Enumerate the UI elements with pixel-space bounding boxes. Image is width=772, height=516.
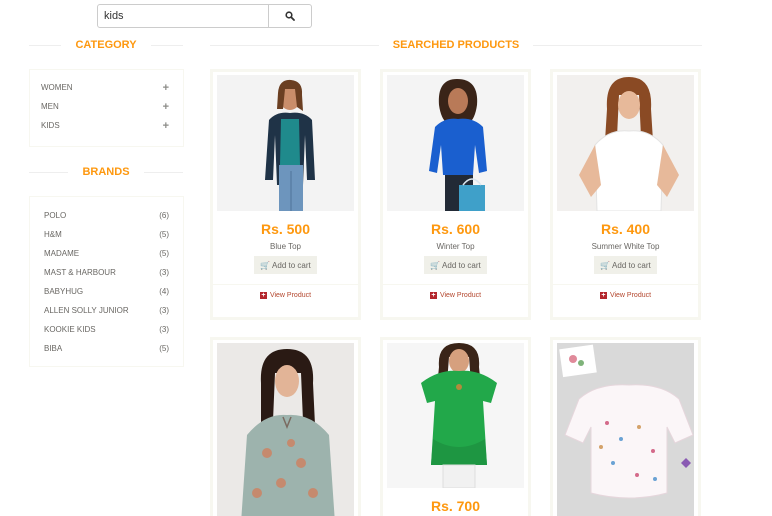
product-card bbox=[550, 337, 701, 516]
expand-icon[interactable]: + bbox=[163, 101, 169, 113]
product-photo bbox=[557, 75, 694, 211]
category-item-kids[interactable]: KIDS + bbox=[30, 116, 183, 135]
product-photo bbox=[387, 75, 524, 211]
product-image[interactable] bbox=[557, 343, 694, 516]
product-price: Rs. 600 bbox=[430, 221, 481, 237]
search-button[interactable] bbox=[269, 4, 312, 28]
brand-item-hm[interactable]: H&M (5) bbox=[30, 225, 183, 244]
brand-item-biba[interactable]: BIBA (5) bbox=[30, 339, 183, 358]
cart-icon: 🛒 bbox=[430, 260, 441, 270]
expand-icon[interactable]: + bbox=[163, 82, 169, 94]
cart-icon: 🛒 bbox=[600, 260, 611, 270]
search-bar bbox=[97, 4, 312, 28]
category-title: CATEGORY bbox=[29, 38, 183, 52]
search-icon bbox=[285, 11, 295, 21]
cart-icon: 🛒 bbox=[260, 260, 271, 270]
brand-item-madame[interactable]: MADAME (5) bbox=[30, 244, 183, 263]
plus-square-icon: + bbox=[429, 292, 437, 299]
product-photo bbox=[557, 343, 694, 516]
view-product-link[interactable]: + View Product bbox=[383, 284, 528, 306]
plus-square-icon: + bbox=[259, 292, 267, 299]
product-photo bbox=[217, 75, 354, 211]
product-image[interactable] bbox=[217, 75, 354, 211]
product-image[interactable] bbox=[387, 343, 524, 488]
searched-products-title: SEARCHED PRODUCTS bbox=[210, 38, 702, 52]
product-price: Rs. 500 bbox=[260, 221, 311, 237]
brands-panel: POLO (6) H&M (5) MADAME (5) MAST & HARBOUR(… bbox=[29, 196, 184, 367]
expand-icon[interactable]: + bbox=[163, 120, 169, 132]
brand-item-allen-solly-junior[interactable]: ALLEN SOLLY JUNIOR (3) bbox=[30, 301, 183, 320]
view-product-link[interactable]: + View Product bbox=[213, 284, 358, 306]
product-card bbox=[210, 337, 361, 516]
brands-title: BRANDS bbox=[29, 165, 183, 179]
add-to-cart-button[interactable]: 🛒 Add to cart bbox=[594, 256, 657, 274]
add-to-cart-button[interactable]: 🛒 Add to cart bbox=[424, 256, 487, 274]
product-card: Rs. 400 Summer White Top 🛒 Add to cart +… bbox=[550, 69, 701, 320]
product-photo bbox=[217, 343, 354, 516]
product-price: Rs. 400 bbox=[600, 221, 651, 237]
product-photo bbox=[387, 343, 524, 488]
category-item-men[interactable]: MEN + bbox=[30, 97, 183, 116]
product-image[interactable] bbox=[387, 75, 524, 211]
plus-square-icon: + bbox=[599, 292, 607, 299]
product-image[interactable] bbox=[557, 75, 694, 211]
product-price: Rs. 700 bbox=[430, 498, 481, 514]
product-image[interactable] bbox=[217, 343, 354, 516]
product-card: Rs. 700 bbox=[380, 337, 531, 516]
add-to-cart-button[interactable]: 🛒 Add to cart bbox=[254, 256, 317, 274]
view-product-link[interactable]: + View Product bbox=[553, 284, 698, 306]
category-item-women[interactable]: WOMEN + bbox=[30, 78, 183, 97]
product-name: Summer White Top bbox=[591, 242, 660, 251]
brand-item-polo[interactable]: POLO (6) bbox=[30, 206, 183, 225]
brand-item-kookie-kids[interactable]: KOOKIE KIDS (3) bbox=[30, 320, 183, 339]
category-panel: WOMEN + MEN + KIDS + bbox=[29, 69, 184, 147]
product-card: Rs. 600 Winter Top 🛒 Add to cart + View P… bbox=[380, 69, 531, 320]
search-input[interactable] bbox=[97, 4, 269, 28]
product-card: Rs. 500 Blue Top 🛒 Add to cart + View Pro… bbox=[210, 69, 361, 320]
product-name: Blue Top bbox=[270, 242, 301, 251]
product-name: Winter Top bbox=[436, 242, 475, 251]
brand-item-babyhug[interactable]: BABYHUG (4) bbox=[30, 282, 183, 301]
brand-item-mast-harbour[interactable]: MAST & HARBOUR (3) bbox=[30, 263, 183, 282]
